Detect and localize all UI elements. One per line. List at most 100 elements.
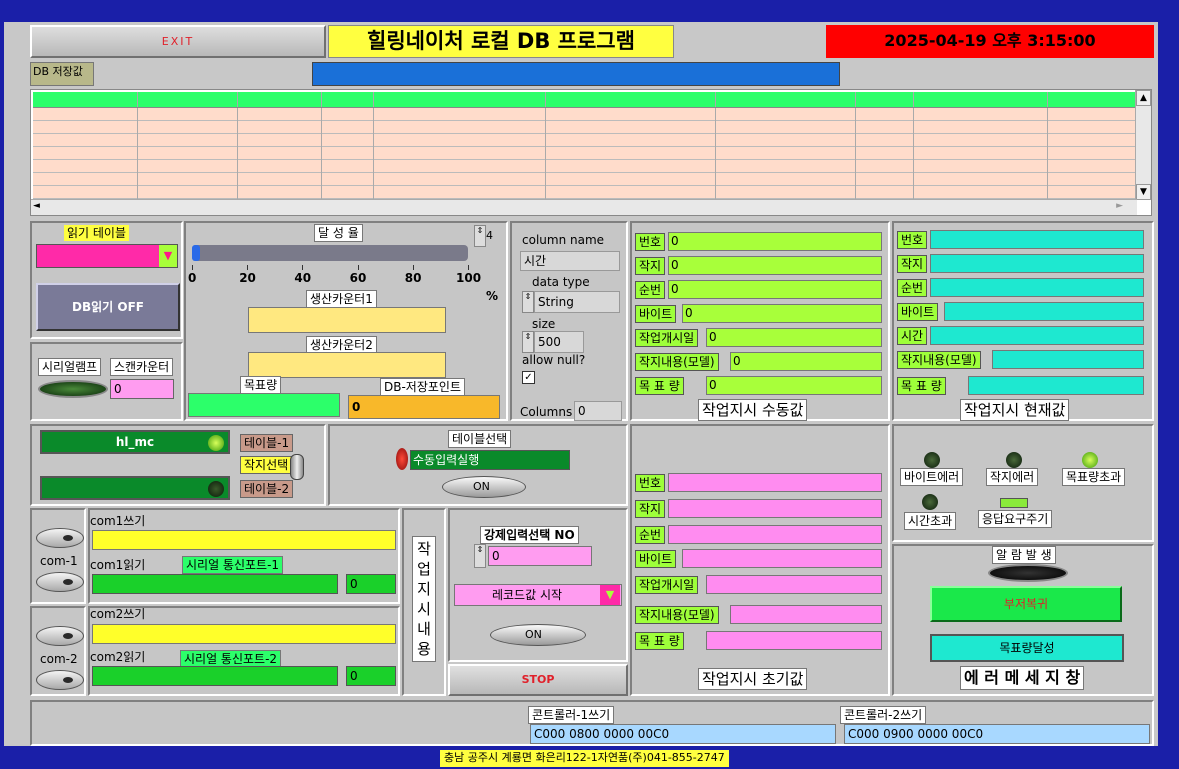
table-col-divider [237,92,238,107]
target-field [188,393,340,417]
data-type-stepper[interactable]: ⇕ [522,291,534,313]
scale-tick [192,265,193,270]
com2-read-field [92,666,338,686]
job-select-label: 작지선택 [240,456,293,474]
com1-value: 0 [346,574,396,594]
record-start-dropdown[interactable]: 레코드값 시작 [454,584,622,606]
counter1-field [248,307,446,333]
stepper-value[interactable]: 4 [486,229,506,245]
work-content-char: 내 [417,620,431,638]
table-col-divider [237,108,238,200]
scale-label: 100 [456,271,482,285]
table-row[interactable] [33,147,1137,160]
manual-exec-led [396,448,408,470]
horizontal-scrollbar[interactable]: ◄ ► [31,199,1137,215]
table-col-divider [715,92,716,107]
column-props-panel: column name 시간 data type ⇕ String size ⇕… [510,221,628,421]
table-header-row [33,92,1137,108]
com2-panel: com2쓰기 com2읽기 시리얼 통신포트-2 0 [88,606,400,696]
controller2-field[interactable]: C000 0900 0000 00C0 [844,724,1150,744]
table-col-divider [855,92,856,107]
field-value [668,499,882,518]
table-col-divider [855,108,856,200]
buzzer-reset-button[interactable]: 부저복귀 [930,586,1122,622]
com1-panel: com1쓰기 com1읽기 시리얼 통신포트-1 0 [88,508,400,604]
db-table[interactable]: ▲ ▼ ◄ ► [30,89,1152,216]
field-value: 0 [730,352,882,371]
scale-label: 0 [188,271,197,285]
panel-title: 작업지시 수동값 [698,399,808,421]
columns-label: Columns [520,405,573,419]
counter2-field [248,352,446,378]
scale-tick [357,265,359,270]
table-toggle-switch[interactable] [290,454,304,480]
scan-counter-value: 0 [110,379,174,399]
table-select-dropdown[interactable]: ▼ [36,244,178,268]
table-row[interactable] [33,186,1137,199]
field-value [992,350,1144,369]
slider-handle[interactable] [192,245,200,261]
record-chevron-down-icon[interactable]: ▼ [600,585,620,605]
exit-button[interactable]: EXIT [30,25,326,58]
allow-null-label: allow null? [522,353,586,367]
table-col-divider [545,92,546,107]
scale-tick [412,265,414,270]
initial-values-panel: 번호 작지 순번 바이트 작업개시일 작지내용(모델) 목 표 량 작업지시 초기값 [630,424,890,696]
data-type-field[interactable]: String [534,291,620,313]
job-error-label: 작지에러 [986,468,1039,486]
field-value [930,230,1144,249]
com2-write-button[interactable] [36,626,84,646]
table-row[interactable] [33,160,1137,173]
serial-lamp-panel: 시리얼램프 스캔카운터 0 [30,342,183,421]
table-col-divider [913,92,914,107]
record-on-button[interactable]: ON [490,624,586,646]
field-value: 0 [706,376,882,395]
scroll-down-icon[interactable]: ▼ [1136,184,1151,200]
allow-null-checkbox[interactable]: ✓ [522,371,535,384]
com1-write-button[interactable] [36,528,84,548]
table-row[interactable] [33,108,1137,121]
db-read-button[interactable]: DB읽기 OFF [36,283,180,331]
com1-write-field[interactable] [92,530,396,550]
scroll-right-icon[interactable]: ► [1116,201,1123,211]
manual-exec-on-button[interactable]: ON [442,476,526,498]
table-row[interactable] [33,173,1137,186]
table-row[interactable] [33,121,1137,134]
com1-read-field [92,574,338,594]
size-stepper[interactable]: ⇕ [522,331,534,353]
hl-mc-indicator: hl_mc [40,430,230,454]
force-input-stepper[interactable]: ⇕ [474,544,486,568]
scroll-up-icon[interactable]: ▲ [1136,90,1151,106]
manual-exec-field[interactable]: 수동입력실행 [410,450,570,470]
table2-label: 테이블-2 [240,480,294,498]
target-exceeded-label: 목표량초과 [1062,468,1126,486]
controller1-field[interactable]: C000 0800 0000 00C0 [530,724,836,744]
field-label: 순번 [897,279,928,297]
stop-button[interactable]: STOP [448,664,628,696]
chevron-down-icon[interactable]: ▼ [159,245,177,267]
field-value [968,376,1144,395]
com2-read-button[interactable] [36,670,84,690]
com2-read-label: com2읽기 [90,650,146,664]
vertical-scrollbar[interactable]: ▲ ▼ [1135,90,1151,200]
field-label: 작지내용(모델) [635,606,719,624]
response-period-led [1000,498,1028,508]
field-value: 0 [668,232,882,251]
field-label: 번호 [897,231,928,249]
table-col-divider [373,92,374,107]
com1-read-label: com1읽기 [90,558,146,572]
table-select-title: 테이블선택 [448,430,512,448]
table-row[interactable] [33,134,1137,147]
com2-write-field[interactable] [92,624,396,644]
read-table-label: 읽기 테이블 [64,225,130,241]
force-input-field[interactable]: 0 [488,546,592,566]
achievement-slider[interactable] [192,245,468,261]
columns-field[interactable]: 0 [574,401,622,421]
scale-label: 40 [294,271,312,285]
scroll-left-icon[interactable]: ◄ [33,201,40,211]
table-col-divider [137,92,138,107]
com1-read-button[interactable] [36,572,84,592]
size-field[interactable]: 500 [534,331,584,353]
stepper-up-icon[interactable]: ⇕ [474,225,486,247]
column-name-field[interactable]: 시간 [520,251,620,271]
